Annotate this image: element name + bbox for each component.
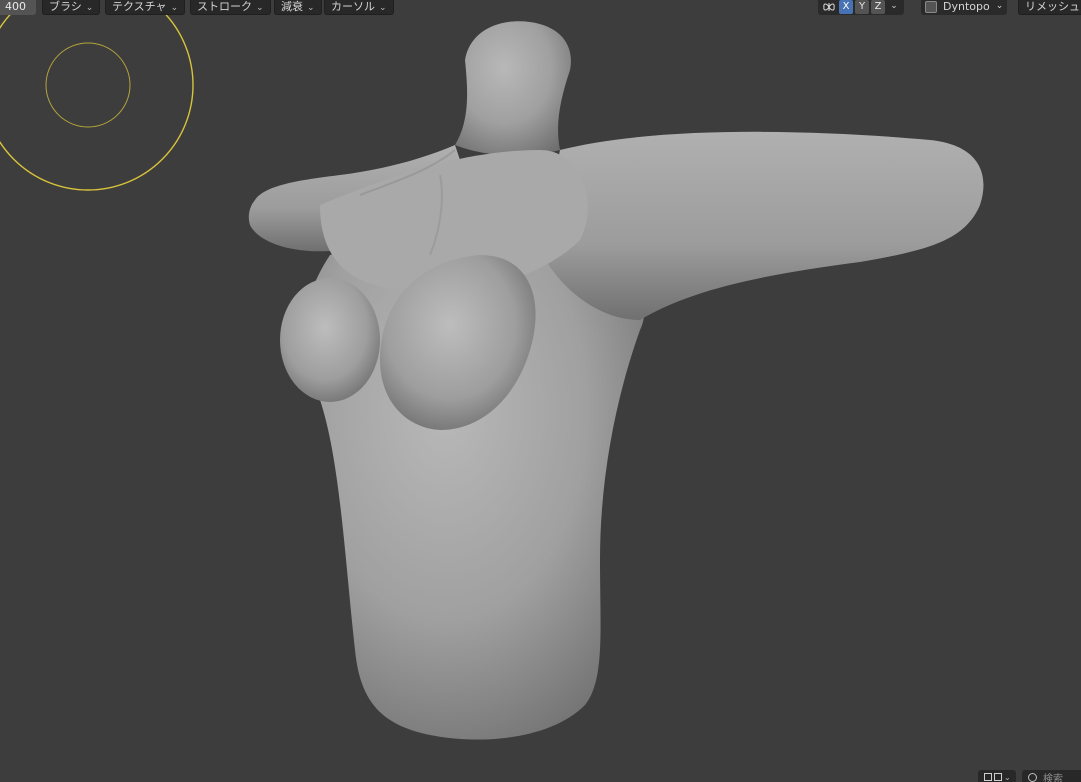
dyntopo-control[interactable]: Dyntopo ⌄ (921, 0, 1008, 15)
chevron-down-icon: ⌄ (1004, 772, 1011, 782)
neck-shape (455, 21, 571, 156)
stroke-menu[interactable]: ストローク ⌄ (190, 0, 271, 15)
view-toggle[interactable]: ⌄ (978, 770, 1016, 782)
texture-menu[interactable]: テクスチャ ⌄ (105, 0, 186, 15)
search-field[interactable]: 検索 (1022, 770, 1081, 782)
chevron-down-icon: ⌄ (256, 3, 264, 13)
dyntopo-checkbox[interactable] (925, 1, 937, 13)
3d-viewport[interactable]: 400 ブラシ ⌄ テクスチャ ⌄ ストローク ⌄ 減衰 ⌄ カーソル ⌄ X Y Z ⌄… (0, 0, 1081, 782)
left-breast-shape (280, 278, 380, 402)
chevron-down-icon: ⌄ (307, 3, 315, 13)
brush-radius-field[interactable]: 400 (0, 0, 36, 15)
chevron-down-icon: ⌄ (379, 3, 387, 13)
dyntopo-label: Dyntopo (943, 0, 990, 13)
symmetry-axes: X Y Z ⌄ (818, 0, 904, 15)
remesh-menu[interactable]: リメッシュ (1018, 0, 1081, 15)
mirror-y-toggle[interactable]: Y (855, 0, 869, 14)
butterfly-icon[interactable] (821, 0, 837, 14)
mirror-z-toggle[interactable]: Z (871, 0, 885, 14)
brush-menu[interactable]: ブラシ ⌄ (42, 0, 101, 15)
chevron-down-icon[interactable]: ⌄ (887, 0, 901, 14)
brush-cursor (0, 0, 194, 191)
right-arm-shape (540, 131, 984, 320)
chevron-down-icon: ⌄ (85, 3, 94, 13)
cursor-menu[interactable]: カーソル ⌄ (324, 0, 394, 15)
chevron-down-icon: ⌄ (995, 1, 1004, 11)
grid-icon (984, 773, 992, 781)
chevron-down-icon: ⌄ (170, 3, 179, 13)
search-icon (1028, 772, 1037, 782)
grid-icon (994, 773, 1002, 781)
search-placeholder: 検索 (1043, 773, 1063, 782)
falloff-menu[interactable]: 減衰 ⌄ (274, 0, 322, 15)
mirror-x-toggle[interactable]: X (839, 0, 853, 14)
